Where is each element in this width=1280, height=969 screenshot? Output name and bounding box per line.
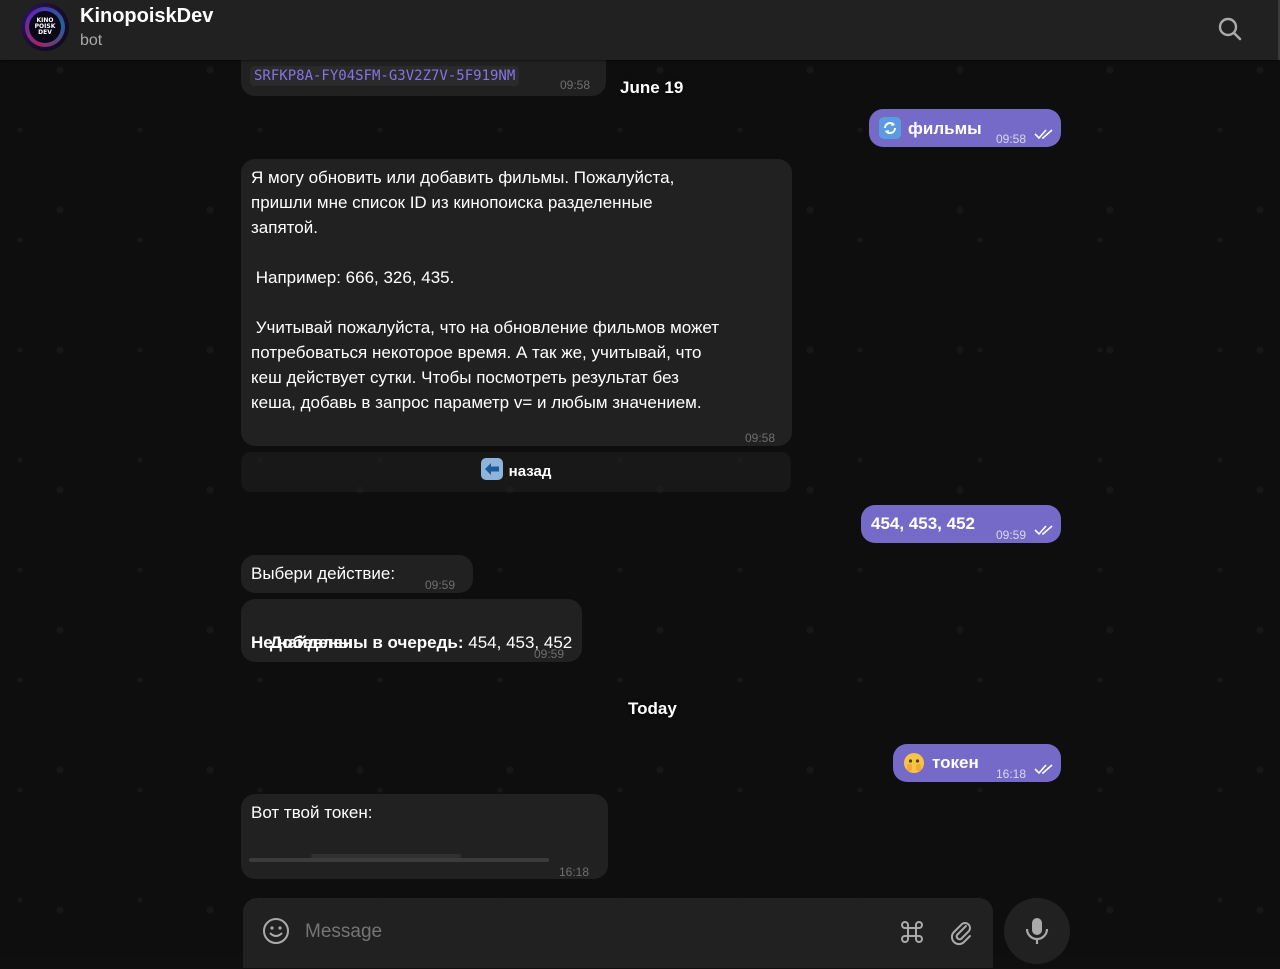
microphone-button[interactable] bbox=[1004, 898, 1070, 964]
message-text: Вот твой токен: bbox=[251, 803, 373, 822]
arrow-left-icon bbox=[480, 458, 503, 480]
back-button[interactable]: назад bbox=[241, 452, 791, 492]
message-text: Выбери действие: bbox=[251, 564, 396, 583]
text-line: пришли мне список ID из кинопоиска разде… bbox=[251, 193, 653, 212]
message-input[interactable] bbox=[303, 916, 877, 948]
message-time: 16:18 bbox=[996, 767, 1027, 781]
text-line: Я могу обновить или добавить фильмы. Пож… bbox=[251, 168, 675, 187]
chat-subtitle: bot bbox=[80, 32, 103, 49]
message-composer[interactable] bbox=[243, 898, 993, 968]
message-time: 09:58 bbox=[560, 78, 591, 92]
message-time: 09:59 bbox=[996, 528, 1027, 542]
smile-icon[interactable] bbox=[261, 916, 291, 946]
double-check-icon bbox=[1034, 759, 1054, 784]
double-check-icon bbox=[1034, 124, 1054, 149]
redacted-token bbox=[311, 854, 461, 858]
message-time: 09:59 bbox=[534, 647, 565, 661]
message-text: Я могу обновить или добавить фильмы. Пож… bbox=[251, 165, 786, 415]
message-time: 16:18 bbox=[559, 865, 590, 879]
message-outgoing: 454, 453, 452 09:59 bbox=[861, 505, 1061, 543]
date-separator: Today bbox=[628, 699, 677, 718]
message-time: 09:58 bbox=[745, 431, 776, 445]
microphone-icon bbox=[1025, 918, 1049, 944]
text-line: потребоваться некоторое время. А так же,… bbox=[251, 343, 702, 362]
message-time: 09:59 bbox=[425, 578, 456, 592]
message-outgoing: фильмы 09:58 bbox=[869, 109, 1061, 147]
avatar-logo: KINO POISK DEV bbox=[34, 17, 56, 36]
chat-header[interactable]: KINO POISK DEV KinopoiskDev bot bbox=[0, 0, 1280, 60]
message-incoming: Выбери действие: 09:59 bbox=[241, 555, 473, 593]
not-found-label: Не найдены: bbox=[251, 633, 359, 652]
text-line: запятой. bbox=[251, 218, 318, 237]
text-line bbox=[251, 290, 786, 315]
peek-emoji-icon bbox=[903, 752, 925, 774]
text-line: Учитывай пожалуйста, что на обновление ф… bbox=[251, 318, 720, 337]
message-time: 09:58 bbox=[996, 132, 1027, 146]
message-text: 454, 453, 452 bbox=[871, 514, 975, 533]
redacted-token bbox=[249, 858, 549, 862]
text-line: кеша, добавь в запрос параметр v= и любы… bbox=[251, 393, 702, 412]
paperclip-icon[interactable] bbox=[946, 917, 976, 947]
search-button[interactable] bbox=[1210, 10, 1250, 50]
text-line: Например: 666, 326, 435. bbox=[251, 268, 455, 287]
chat-title: KinopoiskDev bbox=[80, 5, 214, 27]
back-button-label: назад bbox=[508, 463, 552, 480]
search-icon bbox=[1218, 17, 1242, 41]
double-check-icon bbox=[1034, 520, 1054, 545]
message-text: фильмы bbox=[908, 119, 982, 138]
message-text: токен bbox=[932, 753, 979, 772]
code-snippet[interactable]: SRFKP8A-FY04SFM-G3V2Z7V-5F919NM bbox=[250, 66, 520, 86]
text-line bbox=[251, 240, 786, 265]
refresh-emoji-icon bbox=[879, 117, 901, 139]
text-line: кеш действует сутки. Чтобы посмотреть ре… bbox=[251, 368, 679, 387]
date-separator: June 19 bbox=[620, 78, 684, 97]
message-incoming: Я могу обновить или добавить фильмы. Пож… bbox=[241, 159, 792, 446]
message-incoming: Вот твой токен: 16:18 bbox=[241, 794, 608, 879]
message-incoming: Добавлены в очередь: 454, 453, 452 Не на… bbox=[241, 599, 582, 662]
command-icon[interactable] bbox=[897, 917, 927, 947]
avatar[interactable]: KINO POISK DEV bbox=[21, 3, 69, 51]
message-outgoing: токен 16:18 bbox=[893, 744, 1061, 782]
